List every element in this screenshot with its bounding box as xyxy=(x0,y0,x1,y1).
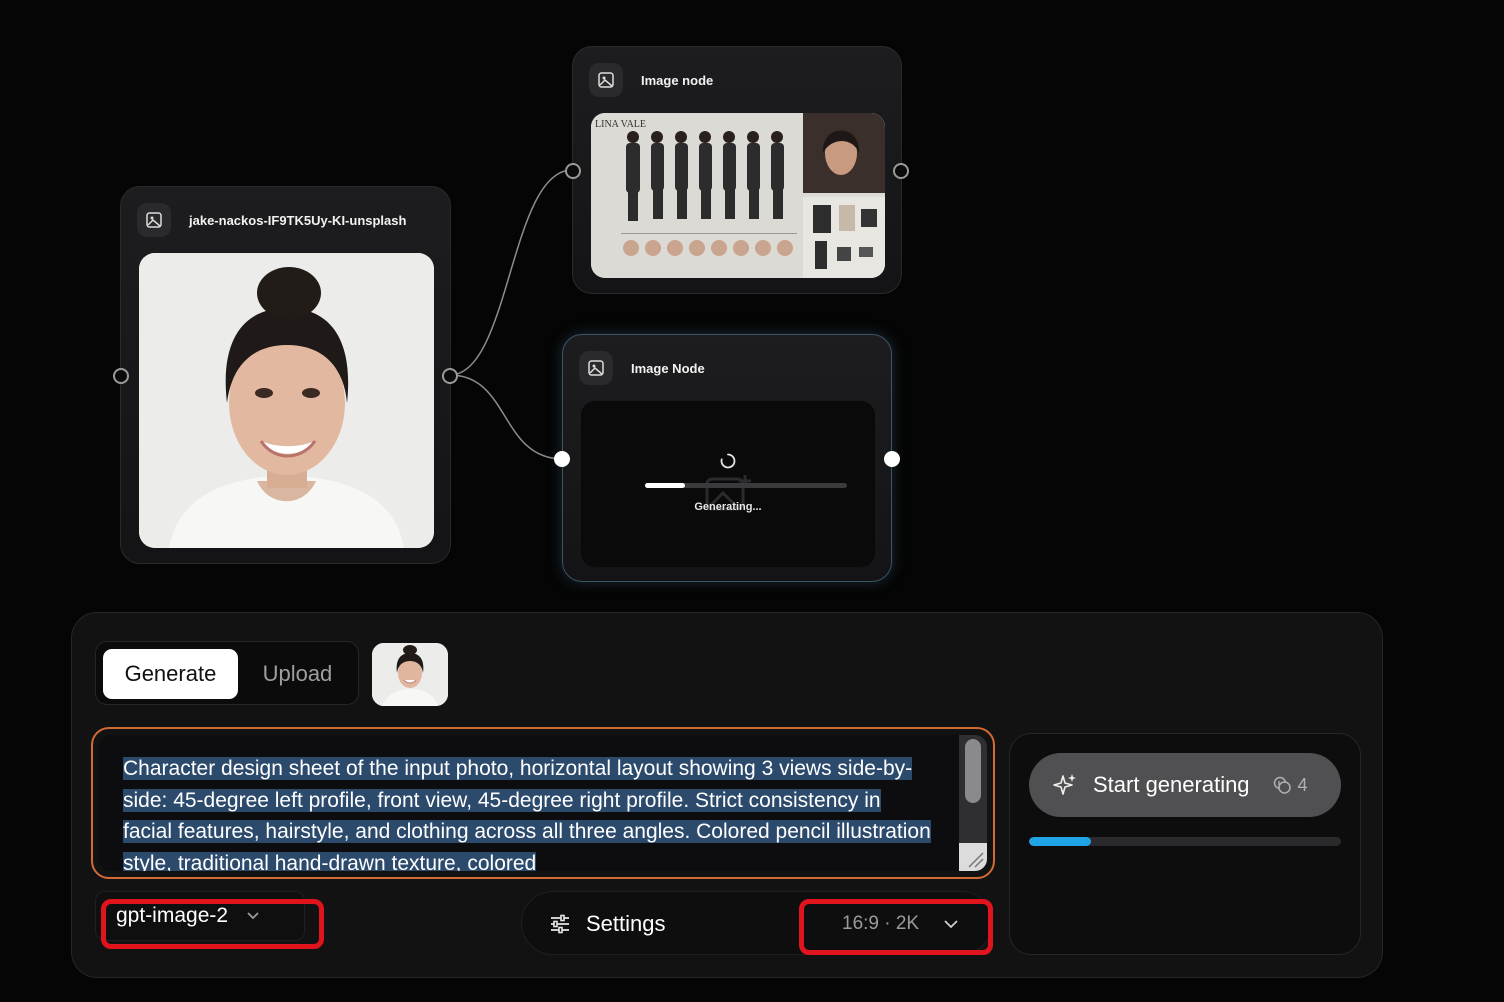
node-header: jake-nackos-IF9TK5Uy-KI-unsplash xyxy=(137,203,406,237)
settings-label: Settings xyxy=(586,911,666,936)
start-panel: Start generating 4 xyxy=(1009,733,1361,955)
tab-generate[interactable]: Generate xyxy=(103,649,238,699)
edge-source-to-generating xyxy=(449,374,564,460)
result-image-node[interactable]: Image node LINA VALE xyxy=(565,46,909,294)
input-handle[interactable] xyxy=(554,451,570,467)
tab-upload[interactable]: Upload xyxy=(244,649,351,699)
start-generating-button[interactable]: Start generating 4 xyxy=(1029,753,1341,817)
output-handle[interactable] xyxy=(893,163,909,179)
resize-grip[interactable] xyxy=(959,843,987,871)
credit-cost: 4 xyxy=(1272,775,1308,796)
spinner-icon xyxy=(720,453,736,469)
start-label: Start generating xyxy=(1093,772,1250,797)
portrait-image xyxy=(139,253,434,548)
image-icon xyxy=(589,63,623,97)
sliders-icon xyxy=(551,914,569,934)
node-progress-fill xyxy=(645,483,686,488)
node-title: Image node xyxy=(641,72,714,88)
sparkles-icon xyxy=(1053,774,1076,795)
prompt-text: Character design sheet of the input phot… xyxy=(123,753,933,871)
sheet-label: LINA VALE xyxy=(595,119,646,130)
input-handle[interactable] xyxy=(113,368,129,384)
generation-placeholder: Generating... xyxy=(581,401,875,567)
node-title: jake-nackos-IF9TK5Uy-KI-unsplash xyxy=(189,212,407,228)
image-icon xyxy=(137,203,171,237)
generating-image-node[interactable]: Image Node Generating... xyxy=(554,334,900,582)
generation-panel: Generate Upload Character design sheet o… xyxy=(71,612,1383,978)
prompt-field-wrapper: Character design sheet of the input phot… xyxy=(91,727,995,879)
node-title: Image Node xyxy=(631,360,705,376)
output-handle[interactable] xyxy=(884,451,900,467)
generation-progress-fill xyxy=(1029,837,1092,846)
node-header: Image Node xyxy=(579,351,705,385)
character-sheet-image: LINA VALE xyxy=(591,113,885,278)
coins-icon xyxy=(1273,776,1291,794)
reference-image-thumbnail[interactable] xyxy=(372,643,448,706)
generation-progress-bar xyxy=(1029,837,1341,846)
prompt-scrollbar-thumb[interactable] xyxy=(965,739,981,803)
mode-tabs: Generate Upload xyxy=(95,641,359,705)
input-handle[interactable] xyxy=(565,163,581,179)
edge-source-to-result xyxy=(449,169,573,376)
prompt-textarea[interactable]: Character design sheet of the input phot… xyxy=(99,735,987,871)
node-header: Image node xyxy=(589,63,713,97)
source-image-node[interactable]: jake-nackos-IF9TK5Uy-KI-unsplash xyxy=(113,186,458,564)
highlight-outline-model xyxy=(101,899,324,949)
settings-button[interactable]: Settings xyxy=(548,892,666,956)
highlight-outline-aspect xyxy=(799,899,993,955)
image-icon xyxy=(579,351,613,385)
node-progress-bar xyxy=(645,483,847,488)
credit-count: 4 xyxy=(1297,774,1308,795)
output-handle[interactable] xyxy=(442,368,458,384)
generating-status: Generating... xyxy=(694,501,762,513)
